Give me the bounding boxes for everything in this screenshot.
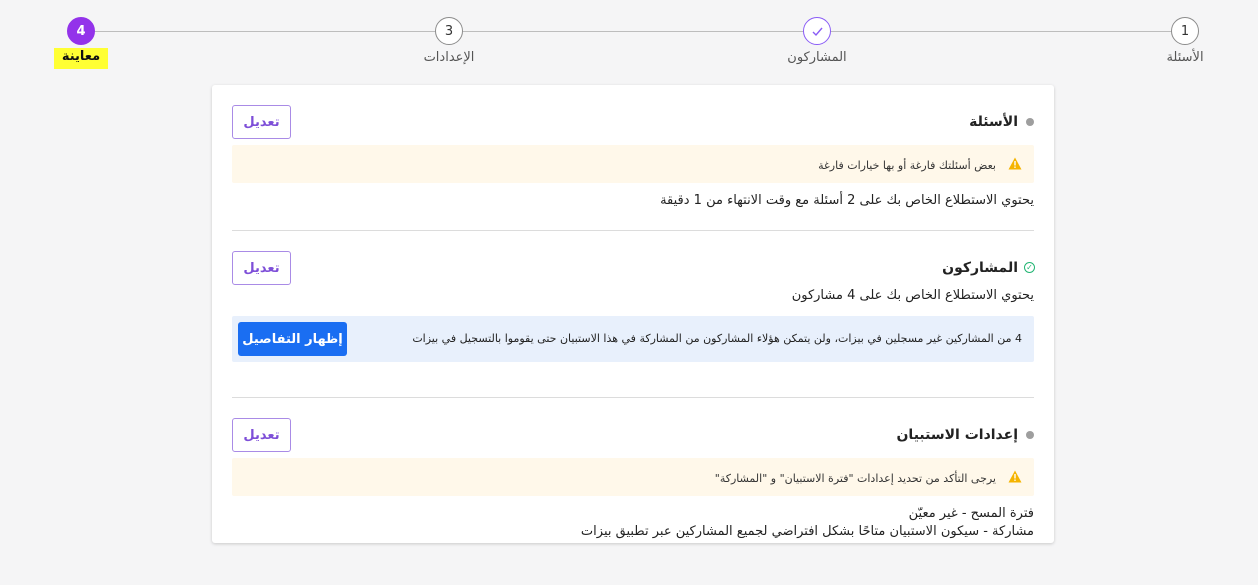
step-label: معاينة — [53, 48, 109, 69]
step-label: الأسئلة — [1166, 50, 1204, 65]
review-card: الأسئلة تعديل بعض أسئلتك فارغة أو بها خي… — [212, 85, 1054, 543]
edit-settings-button[interactable]: تعديل — [232, 418, 291, 452]
step-number: 1 — [1171, 17, 1199, 45]
check-circle-icon: ✓ — [1024, 262, 1035, 273]
info-text: 4 من المشاركين غير مسجلين في بيزات، ولن … — [412, 332, 1022, 345]
participants-summary: يحتوي الاستطلاع الخاص بك على 4 مشاركون — [791, 288, 1034, 303]
warning-icon — [1008, 157, 1022, 170]
section-header: إعدادات الاستبيان تعديل — [232, 418, 1034, 452]
edit-participants-button[interactable]: تعديل — [232, 251, 291, 285]
stepper-line — [82, 31, 1185, 32]
survey-period-text: فترة المسح - غير معيّن — [908, 506, 1034, 521]
questions-summary: يحتوي الاستطلاع الخاص بك على 2 أسئلة مع … — [660, 193, 1034, 208]
questions-section: الأسئلة تعديل بعض أسئلتك فارغة أو بها خي… — [232, 105, 1034, 231]
edit-questions-button[interactable]: تعديل — [232, 105, 291, 139]
info-banner: 4 من المشاركين غير مسجلين في بيزات، ولن … — [232, 316, 1034, 362]
participants-section: ✓ المشاركون تعديل يحتوي الاستطلاع الخاص … — [232, 251, 1035, 398]
warning-banner: يرجى التأكد من تحديد إعدادات "فترة الاست… — [232, 458, 1034, 496]
step-settings[interactable]: 3 الإعدادات — [379, 17, 519, 65]
section-title: إعدادات الاستبيان — [896, 427, 1018, 443]
settings-section: إعدادات الاستبيان تعديل يرجى التأكد من ت… — [232, 418, 1034, 585]
warning-banner: بعض أسئلتك فارغة أو بها خيارات فارغة — [232, 145, 1034, 183]
status-dot-icon — [1026, 431, 1034, 439]
show-details-button[interactable]: إظهار التفاصيل — [238, 322, 347, 356]
checkmark-icon — [803, 17, 831, 45]
section-title: المشاركون — [942, 260, 1018, 276]
step-questions[interactable]: 1 الأسئلة — [1115, 17, 1255, 65]
section-header: ✓ المشاركون تعديل — [232, 251, 1035, 285]
warning-text: بعض أسئلتك فارغة أو بها خيارات فارغة — [818, 159, 996, 172]
step-label: الإعدادات — [423, 50, 475, 65]
section-header: الأسئلة تعديل — [232, 105, 1034, 139]
participation-text: مشاركة - سيكون الاستبيان متاحًا بشكل افت… — [580, 524, 1034, 539]
step-preview[interactable]: 4 معاينة — [11, 17, 151, 69]
section-title: الأسئلة — [969, 114, 1018, 130]
progress-stepper: 1 الأسئلة المشاركون 3 الإعدادات 4 معاينة — [0, 0, 1258, 80]
warning-text: يرجى التأكد من تحديد إعدادات "فترة الاست… — [714, 472, 996, 485]
warning-icon — [1008, 470, 1022, 483]
step-participants[interactable]: المشاركون — [747, 17, 887, 65]
step-number: 4 — [67, 17, 95, 45]
status-dot-icon — [1026, 118, 1034, 126]
step-label: المشاركون — [787, 50, 847, 65]
step-number: 3 — [435, 17, 463, 45]
